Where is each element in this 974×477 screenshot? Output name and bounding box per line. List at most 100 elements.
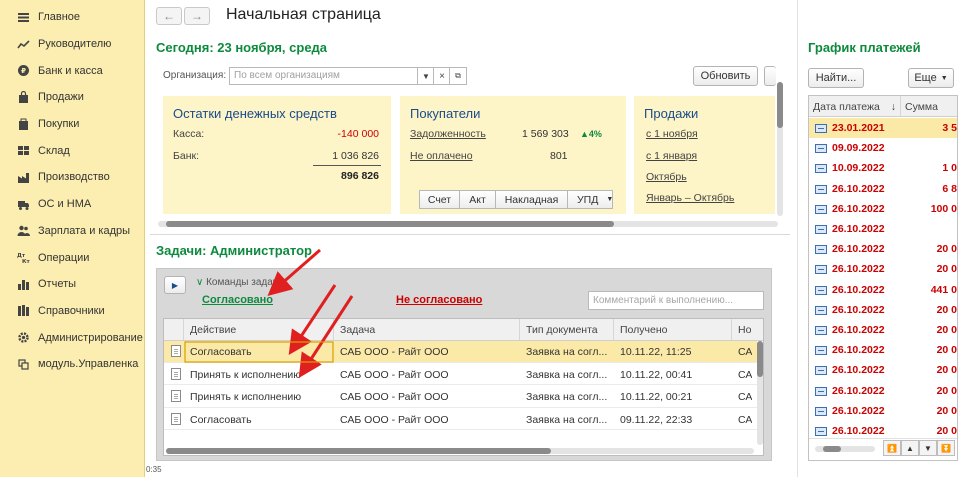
cell-date: 26.10.2022 [832,425,885,437]
unpaid-value: 801 [550,150,568,162]
approved-link[interactable]: Согласовано [202,294,273,306]
sales-link-jan[interactable]: с 1 января [646,150,697,162]
table-row[interactable]: 26.10.2022 20 0 [809,360,957,380]
act-button[interactable]: Акт [459,190,496,209]
table-row[interactable]: 26.10.2022 100 0 [809,199,957,219]
table-row[interactable]: Принять к исполнению САБ ООО - Райт ООО За… [164,386,757,408]
sidebar-item[interactable]: Покупки [0,111,144,138]
table-header-action[interactable]: Действие [184,319,334,341]
refresh-button[interactable]: Обновить [693,66,758,86]
sidebar-nav: Главное Руководителю ₽ Банк и касса Продажи П… [0,4,144,378]
table-row[interactable]: 26.10.2022 6 8 [809,179,957,199]
sidebar-item[interactable]: Продажи [0,84,144,111]
next-page-button[interactable]: ▼ [919,440,937,456]
extra-button[interactable] [764,66,776,86]
sidebar-item[interactable]: ₽ Банк и касса [0,57,144,84]
play-icon: ▶ [171,280,179,290]
org-open-button[interactable]: ⧉ [449,67,467,85]
tasks-vertical-scrollbar[interactable] [757,341,763,445]
sidebar-item[interactable]: Зарплата и кадры [0,218,144,245]
debt-link[interactable]: Задолженность [410,128,486,140]
today-horizontal-scrollbar[interactable] [158,221,778,227]
cell-date: 26.10.2022 [832,364,885,377]
payment-doc-icon [815,204,827,214]
sidebar-item[interactable]: Руководителю [0,31,144,58]
warehouse-icon [14,144,32,158]
run-task-button[interactable]: ▶ [164,276,186,294]
table-header-received[interactable]: Получено [614,319,732,341]
not-approved-link[interactable]: Не согласовано [396,294,482,306]
table-row[interactable]: 26.10.2022 20 0 [809,300,957,320]
task-commands-toggle[interactable]: ∨ Команды задачи [196,277,283,288]
sidebar-item[interactable]: Склад [0,137,144,164]
table-header-date[interactable]: Дата платежа ↓ [809,96,901,117]
cell-sum: 20 0 [936,263,957,276]
table-row[interactable]: Принять к исполнению САБ ООО - Райт ООО За… [164,364,757,385]
table-row[interactable]: 26.10.2022 20 0 [809,259,957,279]
payments-horizontal-scrollbar[interactable] [815,446,875,452]
unpaid-link[interactable]: Не оплачено [410,150,473,162]
cell-date: 26.10.2022 [832,202,885,215]
chevron-down-icon: ▼ [606,196,614,203]
org-select-input[interactable]: По всем организациям [229,67,419,85]
sales-card-title: Продажи [644,106,699,121]
table-row[interactable]: 26.10.2022 441 0 [809,280,957,300]
find-button[interactable]: Найти... [808,68,864,88]
table-row[interactable]: 26.10.2022 20 0 [809,381,957,401]
back-button[interactable]: ← [156,7,182,25]
cell-doc-type: Заявка на согл... [526,413,608,426]
table-row[interactable]: 26.10.2022 20 0 [809,340,957,360]
page-title: Начальная страница [226,6,381,23]
sales-link-nov[interactable]: с 1 ноября [646,128,698,140]
table-row[interactable]: 26.10.2022 20 0 [809,320,957,340]
sidebar-item[interactable]: Администрирование [0,324,144,351]
table-row[interactable]: Согласовать САБ ООО - Райт ООО Заявка на с… [164,409,757,430]
sales-link-oct[interactable]: Октябрь [646,171,687,183]
last-page-button[interactable]: ⏬ [937,440,955,456]
more-button[interactable]: Еще ▼ [908,68,954,88]
table-header-sum[interactable]: Сумма [901,96,957,117]
svg-text:Кт: Кт [22,259,30,264]
tasks-horizontal-scrollbar[interactable] [166,448,754,454]
sidebar-item[interactable]: Главное [0,4,144,31]
upd-label: УПД [577,193,599,206]
double-up-icon: ⏫ [887,443,897,453]
sidebar-item[interactable]: модуль.Управленка [0,351,144,378]
chevron-down-icon: ▼ [422,71,430,81]
table-row[interactable]: 09.09.2022 [809,138,957,158]
sidebar-item[interactable]: Дт Кт Операции [0,244,144,271]
table-row[interactable]: 26.10.2022 [809,219,957,239]
comment-input[interactable]: Комментарий к выполнению... [588,291,764,310]
debt-value: 1 569 303 [522,128,569,140]
today-vertical-scrollbar[interactable] [777,82,783,216]
sidebar-item[interactable]: ОС и НМА [0,191,144,218]
waybill-button[interactable]: Накладная [495,190,568,209]
table-header-doc-type[interactable]: Тип документа [520,319,614,341]
sales-link-jan-oct[interactable]: Январь – Октябрь [646,192,734,204]
cell-date: 26.10.2022 [832,283,885,296]
people-icon [14,224,32,238]
cell-date: 26.10.2022 [832,263,885,276]
table-row[interactable]: 26.10.2022 20 0 [809,401,957,421]
upd-button[interactable]: УПД ▼ [567,190,613,209]
table-row[interactable]: 26.10.2022 20 0 [809,239,957,259]
table-row[interactable]: 10.09.2022 1 0 [809,158,957,178]
sidebar-item-label: Справочники [38,304,105,317]
chevron-down-icon: ∨ [196,277,204,288]
table-row[interactable]: 23.01.2021 3 5 [809,118,957,139]
first-page-button[interactable]: ⏫ [883,440,901,456]
forward-button[interactable]: → [184,7,210,25]
sidebar-item[interactable]: Справочники [0,298,144,325]
table-header-date-label: Дата платежа [813,101,880,113]
table-row[interactable]: Согласовать САБ ООО - Райт ООО Заявка на с… [164,341,757,363]
table-header-task[interactable]: Задача [334,319,520,341]
sidebar-item[interactable]: Производство [0,164,144,191]
cell-date: 26.10.2022 [832,404,885,417]
prev-page-button[interactable]: ▲ [901,440,919,456]
document-icon [171,412,181,425]
sidebar-item[interactable]: Отчеты [0,271,144,298]
sidebar-item-label: Администрирование [38,331,143,344]
table-header-extra[interactable]: Но [732,319,763,341]
invoice-button[interactable]: Счет [419,190,460,209]
chevron-down-icon: ▼ [940,74,948,82]
